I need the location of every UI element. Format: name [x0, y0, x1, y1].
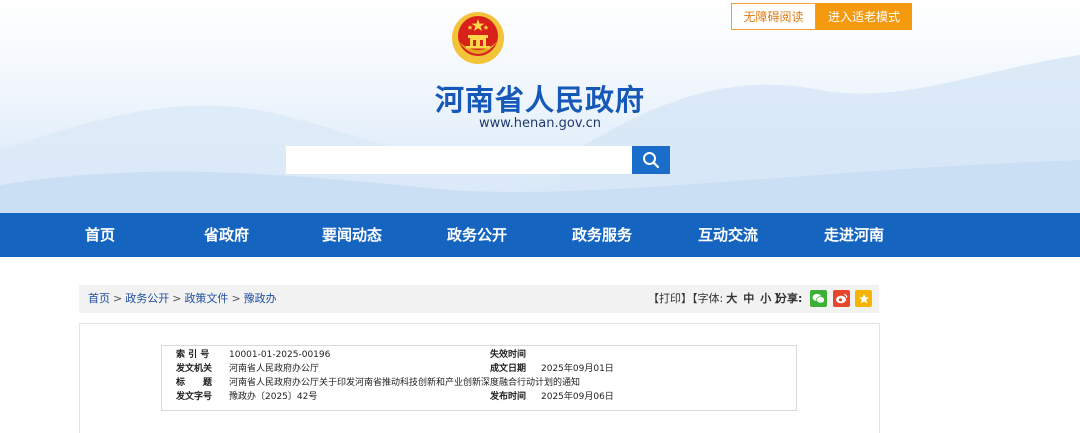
breadcrumb-yuzhengban[interactable]: 豫政办	[244, 292, 277, 305]
main-nav: 首页 省政府 要闻动态 政务公开 政务服务 互动交流 走进河南	[0, 213, 1080, 257]
site-url: www.henan.gov.cn	[478, 116, 602, 131]
elder-mode-button[interactable]: 进入适老模式	[816, 3, 912, 30]
breadcrumb-separator: >	[113, 292, 123, 305]
font-size-large-button[interactable]: 大	[726, 292, 737, 305]
publish-time-label: 发布时间	[490, 392, 527, 402]
share-qzone-button[interactable]	[855, 290, 872, 307]
meta-row: 发文机关 河南省人民政府办公厅 成文日期 2025年09月01日	[162, 363, 796, 376]
search-input[interactable]	[286, 146, 632, 174]
publish-time-value: 2025年09月06日	[541, 392, 614, 402]
national-emblem-icon	[452, 12, 504, 64]
page-tools: 【打印】【字体: 大中小】	[648, 285, 785, 313]
date-written-label: 成文日期	[490, 364, 527, 374]
index-number-label: 索 引 号	[176, 350, 210, 360]
nav-item-interaction[interactable]: 互动交流	[698, 213, 758, 257]
nav-item-about-henan[interactable]: 走进河南	[824, 213, 884, 257]
search-icon	[643, 152, 660, 169]
document-meta-table: 索 引 号 10001-01-2025-00196 失效时间 发文机关 河南省人…	[161, 345, 797, 411]
wechat-icon	[812, 293, 825, 304]
qzone-icon	[858, 293, 869, 303]
top-mode-buttons: 无障碍阅读 进入适老模式	[731, 3, 912, 30]
breadcrumb-policy-documents[interactable]: 政策文件	[184, 292, 228, 305]
breadcrumb-gov-disclosure[interactable]: 政务公开	[125, 292, 169, 305]
index-number-value: 10001-01-2025-00196	[229, 350, 331, 360]
breadcrumb-bar: 首页 > 政务公开 > 政策文件 > 豫政办 【打印】【字体: 大中小】 分享:	[79, 285, 879, 313]
document-number-value: 豫政办〔2025〕42号	[229, 392, 318, 402]
font-size-label: 【字体:	[692, 292, 724, 305]
meta-row: 索 引 号 10001-01-2025-00196 失效时间	[162, 349, 796, 362]
breadcrumb-separator: >	[172, 292, 182, 305]
search-button[interactable]	[632, 146, 670, 174]
breadcrumb-separator: >	[231, 292, 241, 305]
site-header: 无障碍阅读 进入适老模式 河南省人民政府 www.henan.gov.cn	[0, 0, 1080, 213]
font-size-medium-button[interactable]: 中	[743, 292, 754, 305]
nav-item-provincial-government[interactable]: 省政府	[204, 213, 249, 257]
accessibility-reading-button[interactable]: 无障碍阅读	[731, 3, 816, 30]
date-written-value: 2025年09月01日	[541, 364, 614, 374]
share-label: 分享:	[776, 292, 803, 305]
weibo-icon	[836, 293, 848, 304]
nav-item-government-services[interactable]: 政务服务	[572, 213, 632, 257]
nav-item-home[interactable]: 首页	[85, 213, 115, 257]
issuing-authority-label: 发文机关	[176, 364, 213, 374]
share-wechat-button[interactable]	[810, 290, 827, 307]
title-value: 河南省人民政府办公厅关于印发河南省推动科技创新和产业创新深度融合行动计划的通知	[229, 378, 581, 388]
site-title: 河南省人民政府	[434, 83, 645, 117]
print-button[interactable]: 【打印】	[648, 292, 692, 305]
breadcrumb: 首页 > 政务公开 > 政策文件 > 豫政办	[88, 285, 277, 313]
breadcrumb-home[interactable]: 首页	[88, 292, 110, 305]
document-number-label: 发文字号	[176, 392, 213, 402]
meta-row: 标 题 河南省人民政府办公厅关于印发河南省推动科技创新和产业创新深度融合行动计划…	[162, 377, 796, 390]
title-label: 标 题	[176, 378, 213, 388]
nav-item-news[interactable]: 要闻动态	[322, 213, 382, 257]
meta-row: 发文字号 豫政办〔2025〕42号 发布时间 2025年09月06日	[162, 391, 796, 404]
nav-item-government-affairs-disclosure[interactable]: 政务公开	[447, 213, 507, 257]
font-size-small-button[interactable]: 小	[760, 292, 771, 305]
issuing-authority-value: 河南省人民政府办公厅	[229, 364, 320, 374]
expiry-time-label: 失效时间	[490, 350, 527, 360]
share-weibo-button[interactable]	[833, 290, 850, 307]
